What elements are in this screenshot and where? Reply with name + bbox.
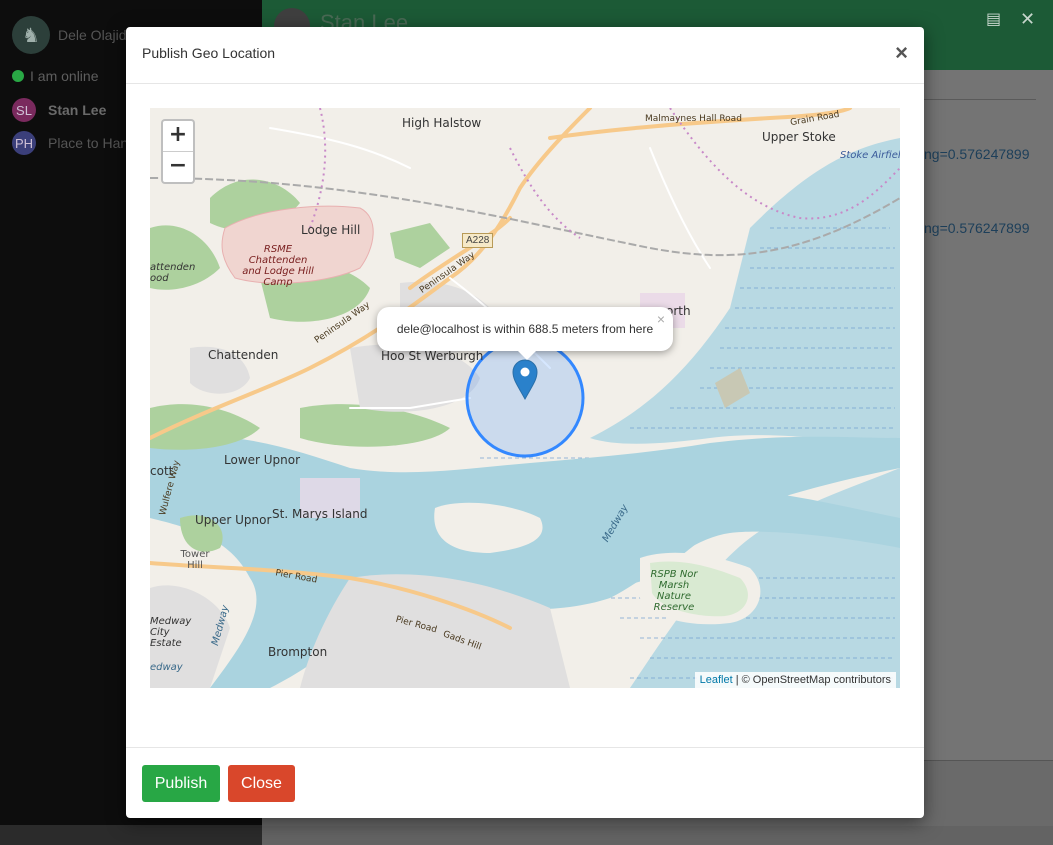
contact-avatar: PH — [12, 131, 36, 155]
modal-title: Publish Geo Location — [142, 45, 276, 61]
contact-name: Stan Lee — [48, 102, 107, 118]
map-tiles — [150, 108, 900, 688]
map-label: edway — [150, 662, 183, 673]
map-label: High Halstow — [402, 116, 482, 130]
map-label: Lower Upnor — [224, 453, 301, 467]
zoom-out-button[interactable]: − — [163, 152, 193, 182]
popup-tip — [517, 350, 537, 360]
close-button[interactable]: Close — [228, 765, 295, 802]
close-icon[interactable]: ✕ — [1020, 9, 1035, 30]
contact-card-icon[interactable]: ▤ — [986, 9, 1001, 29]
map-label: Lodge Hill — [301, 223, 361, 237]
zoom-control: + − — [161, 119, 195, 184]
map[interactable]: High Halstow Upper Stoke Stoke Airfield … — [150, 108, 900, 688]
zoom-in-button[interactable]: + — [163, 121, 193, 152]
avatar: ♞ — [12, 16, 50, 54]
popup-text: dele@localhost is within 688.5 meters fr… — [396, 322, 654, 336]
modal-footer: Publish Close — [126, 747, 924, 819]
contact-item[interactable]: PH Place to Hang — [12, 131, 136, 155]
map-attribution: Leaflet | © OpenStreetMap contributors — [694, 672, 896, 688]
chat-message: ng=0.576247899 — [924, 220, 1030, 236]
profile-name: Dele Olajide — [58, 27, 135, 43]
status-text: I am online — [30, 68, 99, 84]
popup-close-icon[interactable]: × — [657, 311, 665, 327]
map-label: Malmaynes Hall Road — [645, 114, 742, 124]
presence-status[interactable]: I am online — [12, 68, 98, 84]
chat-message: ng=0.576247899 — [924, 146, 1030, 162]
map-label: Upper Upnor — [195, 513, 272, 527]
map-label: Brompton — [268, 645, 328, 659]
contact-item[interactable]: SL Stan Lee — [12, 98, 106, 122]
map-label: attenden ood — [150, 262, 196, 284]
online-status-icon — [12, 70, 24, 82]
sidebar-footer — [0, 825, 262, 845]
close-icon[interactable]: × — [895, 41, 908, 65]
contact-name: Place to Hang — [48, 135, 136, 151]
publish-geo-modal: Publish Geo Location × High Halstow Uppe… — [126, 27, 924, 818]
map-label: Hoo St Werburgh — [381, 349, 484, 363]
contact-avatar: SL — [12, 98, 36, 122]
map-label: Tower Hill — [180, 549, 210, 571]
leaflet-link[interactable]: Leaflet — [700, 674, 733, 686]
divider — [924, 99, 1036, 100]
attribution-text: | © OpenStreetMap contributors — [732, 674, 891, 686]
map-popup: dele@localhost is within 688.5 meters fr… — [377, 307, 673, 360]
map-label: Chattenden — [208, 348, 279, 362]
map-label: RSPB Nor Marsh Nature Reserve — [650, 569, 698, 613]
road-shield: A228 — [462, 233, 494, 248]
publish-button[interactable]: Publish — [142, 765, 220, 802]
chat-messages — [924, 70, 1053, 760]
modal-header: Publish Geo Location × — [126, 27, 924, 84]
profile[interactable]: ♞ Dele Olajide — [12, 16, 134, 54]
map-label: St. Marys Island — [272, 507, 368, 521]
map-label: RSME Chattenden and Lodge Hill Camp — [242, 244, 314, 288]
map-label: Medway City Estate — [150, 616, 192, 649]
map-label: Stoke Airfield — [840, 150, 900, 161]
map-label: Upper Stoke — [762, 130, 836, 144]
